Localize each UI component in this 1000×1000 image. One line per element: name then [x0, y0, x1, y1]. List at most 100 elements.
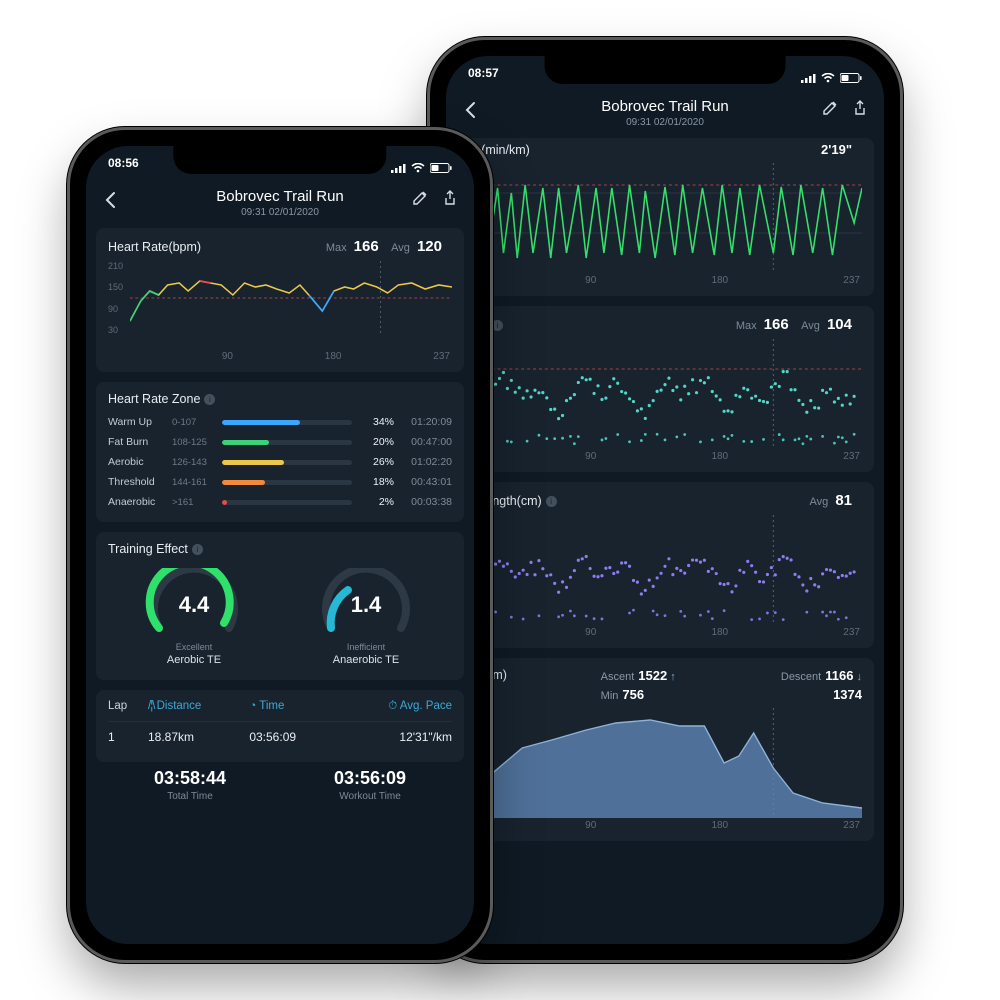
zone-time: 00:47:00 [402, 436, 452, 448]
info-icon[interactable]: i [192, 544, 203, 555]
zone-pct: 2% [360, 496, 394, 508]
lap-col-lap: Lap [108, 700, 148, 713]
zone-time: 00:43:01 [402, 476, 452, 488]
zone-range: 126-143 [172, 457, 214, 468]
pace-chart[interactable] [468, 163, 862, 273]
zone-name: Warm Up [108, 416, 164, 428]
workout-time-value: 03:56:09 [334, 768, 406, 789]
elevation-card: tion(m) Ascent1522 ↑ Descent1166 ↓ 647 M… [456, 658, 874, 841]
info-icon[interactable]: i [492, 320, 503, 331]
activity-header: Bobrovec Trail Run 09:31 02/01/2020 [86, 182, 474, 228]
zone-time: 01:02:20 [402, 456, 452, 468]
zone-bar [222, 440, 352, 445]
activity-subtitle: 09:31 02/01/2020 [96, 207, 464, 218]
edit-button[interactable] [410, 188, 430, 208]
lap-col-pace[interactable]: ⏱ Avg. Pace [351, 700, 452, 713]
activity-header: Bobrovec Trail Run 09:31 02/01/2020 [446, 92, 884, 138]
pace-value: 2'19" [821, 142, 852, 157]
wifi-icon [821, 72, 835, 86]
pace-x-ticks: 90 180 237 [468, 273, 862, 286]
activity-title: Bobrovec Trail Run [96, 188, 464, 205]
zone-pct: 26% [360, 456, 394, 468]
hr-zone-row: Warm Up 0-107 34% 01:20:09 [108, 412, 452, 432]
zone-name: Threshold [108, 476, 164, 488]
elev-x-ticks: 90 180 237 [468, 818, 862, 831]
cadence-max: 166 [764, 316, 789, 333]
phone-notch [173, 146, 386, 174]
cadence-avg: 104 [827, 316, 852, 333]
battery-icon [840, 72, 862, 86]
stride-chart[interactable] [468, 515, 862, 625]
hr-chart[interactable]: 210 150 90 30 [108, 261, 452, 349]
zone-time: 00:03:38 [402, 496, 452, 508]
share-button[interactable] [850, 98, 870, 118]
zone-range: 144-161 [172, 477, 214, 488]
elev-ascent: 1522 [638, 668, 667, 683]
zone-bar [222, 460, 352, 465]
share-button[interactable] [440, 188, 460, 208]
hr-x-ticks: 90 180 237 [108, 349, 452, 362]
phone-screen: 08:57 Bobrovec Trail Run 09:31 02/01/202… [446, 56, 884, 944]
hr-zone-row: Threshold 144-161 18% 00:43:01 [108, 472, 452, 492]
hr-zone-row: Fat Burn108-12520%00:47:00 [108, 432, 452, 452]
cadence-card: ncei Max 166 Avg 104 90 [456, 306, 874, 472]
status-icons [391, 156, 452, 182]
back-button[interactable] [460, 100, 480, 120]
zone-bar [222, 480, 352, 485]
training-effect-card: Training Effecti 4.4 Excellent Aerobic T… [96, 532, 464, 680]
cadence-chart[interactable] [468, 339, 862, 449]
hr-zone-row: Anaerobic >161 2% 00:03:38 [108, 492, 452, 512]
lap-row: 1 18.87km 03:56:09 12'31"/km [108, 722, 452, 752]
status-time: 08:56 [108, 156, 139, 182]
signal-icon [391, 162, 406, 176]
hr-avg: 120 [417, 238, 442, 255]
activity-subtitle: 09:31 02/01/2020 [456, 117, 874, 128]
lap-col-distance[interactable]: /¦\ Distance [148, 700, 249, 713]
stride-x-ticks: 90 180 237 [468, 625, 862, 638]
zone-bar [222, 420, 352, 425]
elev-descent: 1166 [825, 668, 853, 683]
zone-name: Fat Burn [108, 436, 164, 448]
heart-rate-card: Heart Rate(bpm) Max 166 Avg 120 210 150 … [96, 228, 464, 372]
zone-bar [222, 500, 352, 505]
total-time-value: 03:58:44 [154, 768, 226, 789]
status-icons [801, 66, 862, 92]
zone-range: >161 [172, 497, 214, 508]
elevation-chart[interactable] [468, 708, 862, 818]
stride-avg: 81 [835, 492, 852, 509]
hr-zone-row: Aerobic 126-143 26% 01:02:20 [108, 452, 452, 472]
info-icon[interactable]: i [546, 496, 557, 507]
anaerobic-te-gauge: 1.4 Inefficient Anaerobic TE [306, 568, 426, 666]
battery-icon [430, 162, 452, 176]
phone-mockup-right: 08:57 Bobrovec Trail Run 09:31 02/01/202… [430, 40, 900, 960]
activity-title: Bobrovec Trail Run [456, 98, 874, 115]
phone-mockup-left: 08:56 Bobrovec Trail Run 09:31 02/01/202… [70, 130, 490, 960]
cadence-x-ticks: 90 180 237 [468, 449, 862, 462]
phone-notch [545, 56, 786, 84]
zone-pct: 20% [360, 436, 394, 448]
edit-button[interactable] [820, 98, 840, 118]
aerobic-te-gauge: 4.4 Excellent Aerobic TE [134, 568, 254, 666]
stride-card: e Length(cm)i Avg 81 90 180 237 [456, 482, 874, 648]
back-button[interactable] [100, 190, 120, 210]
wifi-icon [411, 162, 425, 176]
zone-range: 0-107 [172, 417, 214, 428]
phone-screen: 08:56 Bobrovec Trail Run 09:31 02/01/202… [86, 146, 474, 944]
status-time: 08:57 [468, 66, 499, 92]
lap-col-time[interactable]: ◔ Time [249, 700, 350, 713]
info-icon[interactable]: i [204, 394, 215, 405]
elev-min: 756 [622, 687, 644, 702]
signal-icon [801, 72, 816, 86]
zone-time: 01:20:09 [402, 416, 452, 428]
totals-row: 03:58:44Total Time 03:56:09Workout Time [96, 762, 464, 804]
zone-pct: 34% [360, 416, 394, 428]
hr-title: Heart Rate(bpm) [108, 240, 201, 254]
zone-name: Anaerobic [108, 496, 164, 508]
laps-card: Lap /¦\ Distance ◔ Time ⏱ Avg. Pace 1 18… [96, 690, 464, 762]
zone-name: Aerobic [108, 456, 164, 468]
zone-pct: 18% [360, 476, 394, 488]
elev-right: 1374 [833, 687, 862, 702]
hr-zone-card: Heart Rate Zonei Warm Up0-10734%01:20:09… [96, 382, 464, 522]
hr-max: 166 [354, 238, 379, 255]
pace-card: ce(min/km) 2'19" 90 180 237 [456, 138, 874, 296]
